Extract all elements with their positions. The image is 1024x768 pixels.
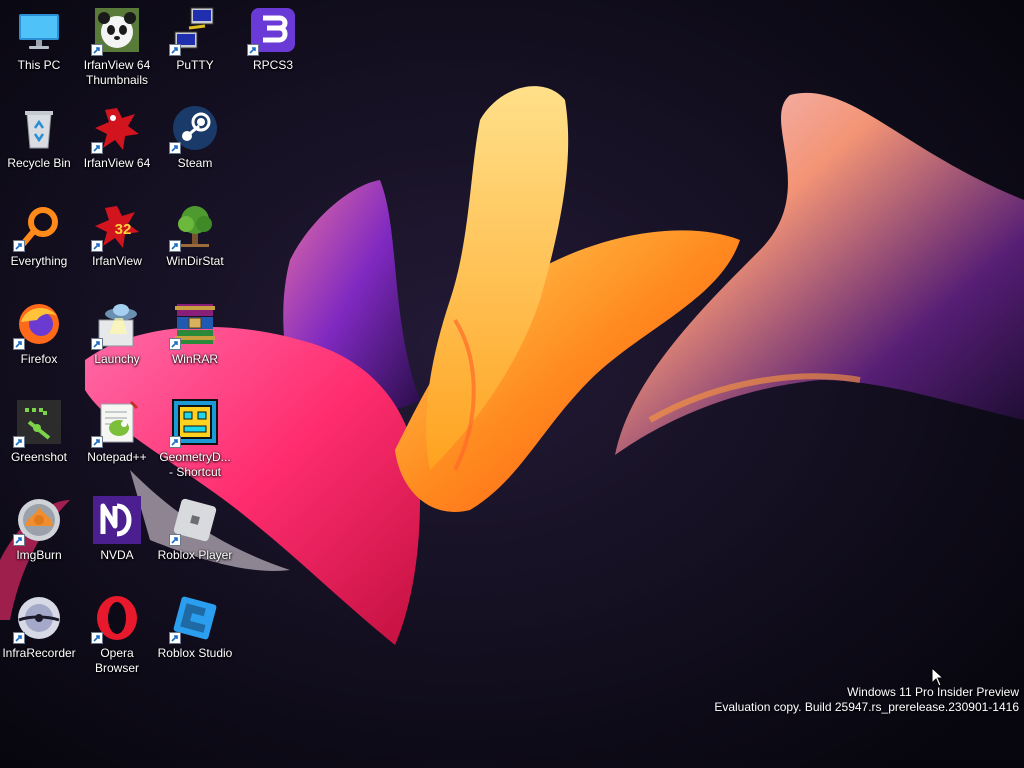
icon-label: This PC bbox=[17, 58, 61, 72]
shortcut-arrow-icon bbox=[247, 44, 259, 56]
shortcut-arrow-icon bbox=[91, 436, 103, 448]
shortcut-arrow-icon bbox=[169, 436, 181, 448]
icon-label: IrfanView 64 bbox=[83, 156, 151, 170]
nvda-icon-item[interactable]: NVDA bbox=[78, 490, 156, 578]
shortcut-arrow-icon bbox=[169, 44, 181, 56]
roblox-studio-icon bbox=[169, 594, 219, 644]
imgburn-icon-item[interactable]: ImgBurn bbox=[0, 490, 78, 578]
icon-label: Recycle Bin bbox=[7, 156, 71, 170]
shortcut-arrow-icon bbox=[169, 338, 181, 350]
shortcut-arrow-icon bbox=[13, 534, 25, 546]
icon-label: Launchy bbox=[94, 352, 140, 366]
icon-label: Roblox Studio bbox=[157, 646, 233, 660]
icon-label: Greenshot bbox=[10, 450, 68, 464]
infrarecorder-icon-item[interactable]: InfraRecorder bbox=[0, 588, 78, 676]
shortcut-arrow-icon bbox=[169, 632, 181, 644]
winrar-books-icon bbox=[169, 300, 219, 350]
icon-label: WinRAR bbox=[171, 352, 218, 366]
icon-label: Steam bbox=[177, 156, 213, 170]
irfanview-thumbnails-icon-item[interactable]: IrfanView 64 Thumbnails bbox=[78, 0, 156, 88]
shortcut-arrow-icon bbox=[91, 632, 103, 644]
putty-icon-item[interactable]: PuTTY bbox=[156, 0, 234, 88]
shortcut-arrow-icon bbox=[91, 240, 103, 252]
everything-icon-item[interactable]: Everything bbox=[0, 196, 78, 284]
windows-watermark: Windows 11 Pro Insider Preview Evaluatio… bbox=[714, 685, 1019, 715]
icon-label: PuTTY bbox=[176, 58, 214, 72]
panda-icon bbox=[91, 6, 141, 56]
watermark-line-edition: Windows 11 Pro Insider Preview bbox=[847, 685, 1019, 699]
tree-icon bbox=[169, 202, 219, 252]
notepadpp-icon-item[interactable]: Notepad++ bbox=[78, 392, 156, 480]
roblox-player-icon-item[interactable]: Roblox Player bbox=[156, 490, 234, 578]
icon-label: RPCS3 bbox=[252, 58, 293, 72]
icon-label: Roblox Player bbox=[157, 548, 233, 562]
icon-label: Notepad++ bbox=[87, 450, 147, 464]
nvda-icon bbox=[93, 496, 141, 544]
icon-label: NVDA bbox=[100, 548, 134, 562]
shortcut-arrow-icon bbox=[91, 142, 103, 154]
shortcut-arrow-icon bbox=[169, 142, 181, 154]
notepadpp-icon bbox=[91, 398, 141, 448]
greenshot-icon-item[interactable]: Greenshot bbox=[0, 392, 78, 480]
geometry-dash-icon-item[interactable]: GeometryD... - Shortcut bbox=[156, 392, 234, 480]
disc-icon bbox=[13, 594, 63, 644]
magnifier-icon bbox=[13, 202, 63, 252]
irfanview-64-icon-item[interactable]: IrfanView 64 bbox=[78, 98, 156, 186]
icon-label: Everything bbox=[10, 254, 68, 268]
firefox-icon bbox=[13, 300, 63, 350]
roblox-studio-icon-item[interactable]: Roblox Studio bbox=[156, 588, 234, 676]
shortcut-arrow-icon bbox=[13, 436, 25, 448]
opera-icon-item[interactable]: Opera Browser bbox=[78, 588, 156, 676]
steam-icon bbox=[169, 104, 219, 154]
disc-fire-icon bbox=[13, 496, 63, 546]
putty-icon bbox=[169, 6, 219, 56]
recycle-bin-icon bbox=[15, 104, 63, 152]
icon-label: IrfanView bbox=[92, 254, 142, 268]
launchy-ufo-icon bbox=[91, 300, 141, 350]
shortcut-arrow-icon bbox=[91, 44, 103, 56]
shortcut-arrow-icon bbox=[13, 240, 25, 252]
irfanview-splat-icon: 32 bbox=[91, 202, 141, 252]
this-pc-icon-item[interactable]: This PC bbox=[0, 0, 78, 88]
greenshot-icon bbox=[13, 398, 63, 448]
rpcs3-icon-item[interactable]: RPCS3 bbox=[234, 0, 312, 88]
firefox-icon-item[interactable]: Firefox bbox=[0, 294, 78, 382]
icon-label: Opera Browser bbox=[94, 646, 139, 675]
icon-label: ImgBurn bbox=[16, 548, 62, 562]
geometry-dash-icon bbox=[169, 398, 219, 448]
desktop[interactable]: This PC Recycle Bin Everything Firefox G… bbox=[0, 0, 1024, 768]
shortcut-arrow-icon bbox=[169, 534, 181, 546]
rpcs3-icon bbox=[247, 6, 297, 56]
shortcut-arrow-icon bbox=[91, 338, 103, 350]
icon-label: Firefox bbox=[20, 352, 58, 366]
monitor-icon bbox=[15, 6, 63, 54]
icon-label: InfraRecorder bbox=[2, 646, 76, 660]
icon-label: IrfanView 64 Thumbnails bbox=[83, 58, 151, 87]
watermark-line-build: Evaluation copy. Build 25947.rs_prerelea… bbox=[714, 700, 1019, 714]
opera-icon bbox=[91, 594, 141, 644]
shortcut-arrow-icon bbox=[169, 240, 181, 252]
recycle-bin-icon-item[interactable]: Recycle Bin bbox=[0, 98, 78, 186]
shortcut-arrow-icon bbox=[13, 338, 25, 350]
launchy-icon-item[interactable]: Launchy bbox=[78, 294, 156, 382]
winrar-icon-item[interactable]: WinRAR bbox=[156, 294, 234, 382]
windirstat-icon-item[interactable]: WinDirStat bbox=[156, 196, 234, 284]
icon-label: WinDirStat bbox=[166, 254, 224, 268]
irfanview-badge: 32 bbox=[115, 221, 132, 238]
roblox-icon bbox=[169, 496, 219, 546]
shortcut-arrow-icon bbox=[13, 632, 25, 644]
mouse-cursor-icon bbox=[931, 667, 945, 687]
irfanview-splat-icon bbox=[91, 104, 141, 154]
icon-label: GeometryD... - Shortcut bbox=[159, 450, 231, 479]
steam-icon-item[interactable]: Steam bbox=[156, 98, 234, 186]
irfanview-icon-item[interactable]: 32 IrfanView bbox=[78, 196, 156, 284]
